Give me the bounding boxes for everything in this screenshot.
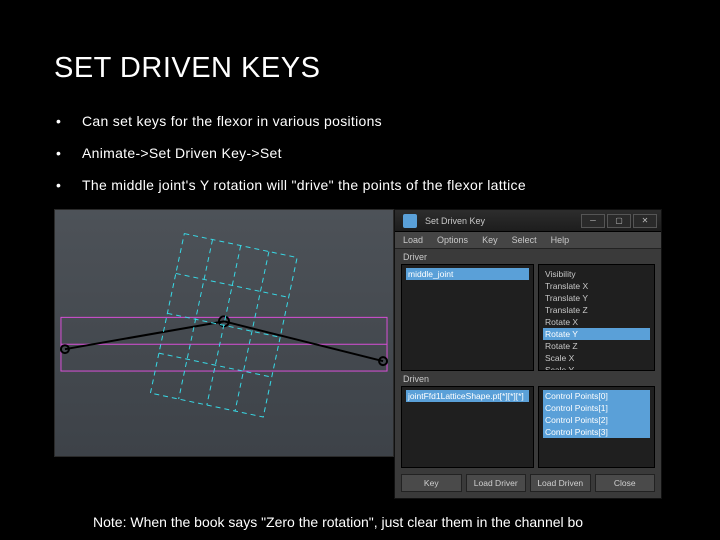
key-button[interactable]: Key — [401, 474, 462, 492]
list-item[interactable]: Control Points[0] — [543, 390, 650, 402]
set-driven-key-dialog: Set Driven Key ─ ▢ ✕ Load Options Key Se… — [394, 209, 662, 499]
list-item[interactable]: middle_joint — [406, 268, 529, 280]
app-icon — [403, 214, 417, 228]
close-dialog-button[interactable]: Close — [595, 474, 656, 492]
list-item[interactable]: Control Points[2] — [543, 414, 650, 426]
list-item[interactable]: Translate Z — [543, 304, 650, 316]
minimize-button[interactable]: ─ — [581, 214, 605, 228]
driver-section-label: Driver — [395, 249, 661, 264]
menu-item[interactable]: Key — [482, 235, 498, 245]
menu-item[interactable]: Options — [437, 235, 468, 245]
load-driver-button[interactable]: Load Driver — [466, 474, 527, 492]
list-item[interactable]: Scale Y — [543, 364, 650, 371]
bullet-item: The middle joint's Y rotation will "driv… — [54, 171, 670, 203]
load-driven-button[interactable]: Load Driven — [530, 474, 591, 492]
footer-note: Note: When the book says "Zero the rotat… — [93, 514, 583, 530]
driven-attr-list[interactable]: Control Points[0] Control Points[1] Cont… — [538, 386, 655, 468]
list-item[interactable]: jointFfd1LatticeShape.pt[*][*][*] — [406, 390, 529, 402]
bullet-item: Can set keys for the flexor in various p… — [54, 107, 670, 139]
menu-item[interactable]: Load — [403, 235, 423, 245]
list-item[interactable]: Rotate Y — [543, 328, 650, 340]
list-item[interactable]: Control Points[1] — [543, 402, 650, 414]
list-item[interactable]: Rotate Z — [543, 340, 650, 352]
dialog-menubar: Load Options Key Select Help — [395, 232, 661, 249]
close-button[interactable]: ✕ — [633, 214, 657, 228]
bullet-item: Animate->Set Driven Key->Set — [54, 139, 670, 171]
list-item[interactable]: Control Points[3] — [543, 426, 650, 438]
menu-item[interactable]: Select — [512, 235, 537, 245]
driven-object-list[interactable]: jointFfd1LatticeShape.pt[*][*][*] — [401, 386, 534, 468]
driven-section-label: Driven — [395, 371, 661, 386]
viewport-illustration — [54, 209, 394, 457]
dialog-titlebar[interactable]: Set Driven Key ─ ▢ ✕ — [395, 210, 661, 232]
dialog-button-row: Key Load Driver Load Driven Close — [395, 468, 661, 498]
list-item[interactable]: Scale X — [543, 352, 650, 364]
list-item[interactable]: Rotate X — [543, 316, 650, 328]
menu-item[interactable]: Help — [551, 235, 570, 245]
maximize-button[interactable]: ▢ — [607, 214, 631, 228]
driver-attr-list[interactable]: Visibility Translate X Translate Y Trans… — [538, 264, 655, 371]
list-item[interactable]: Translate Y — [543, 292, 650, 304]
driver-object-list[interactable]: middle_joint — [401, 264, 534, 371]
bullet-list: Can set keys for the flexor in various p… — [54, 107, 670, 203]
list-item[interactable]: Visibility — [543, 268, 650, 280]
slide-title: SET DRIVEN KEYS — [54, 52, 670, 85]
list-item[interactable]: Translate X — [543, 280, 650, 292]
window-title: Set Driven Key — [425, 216, 485, 226]
